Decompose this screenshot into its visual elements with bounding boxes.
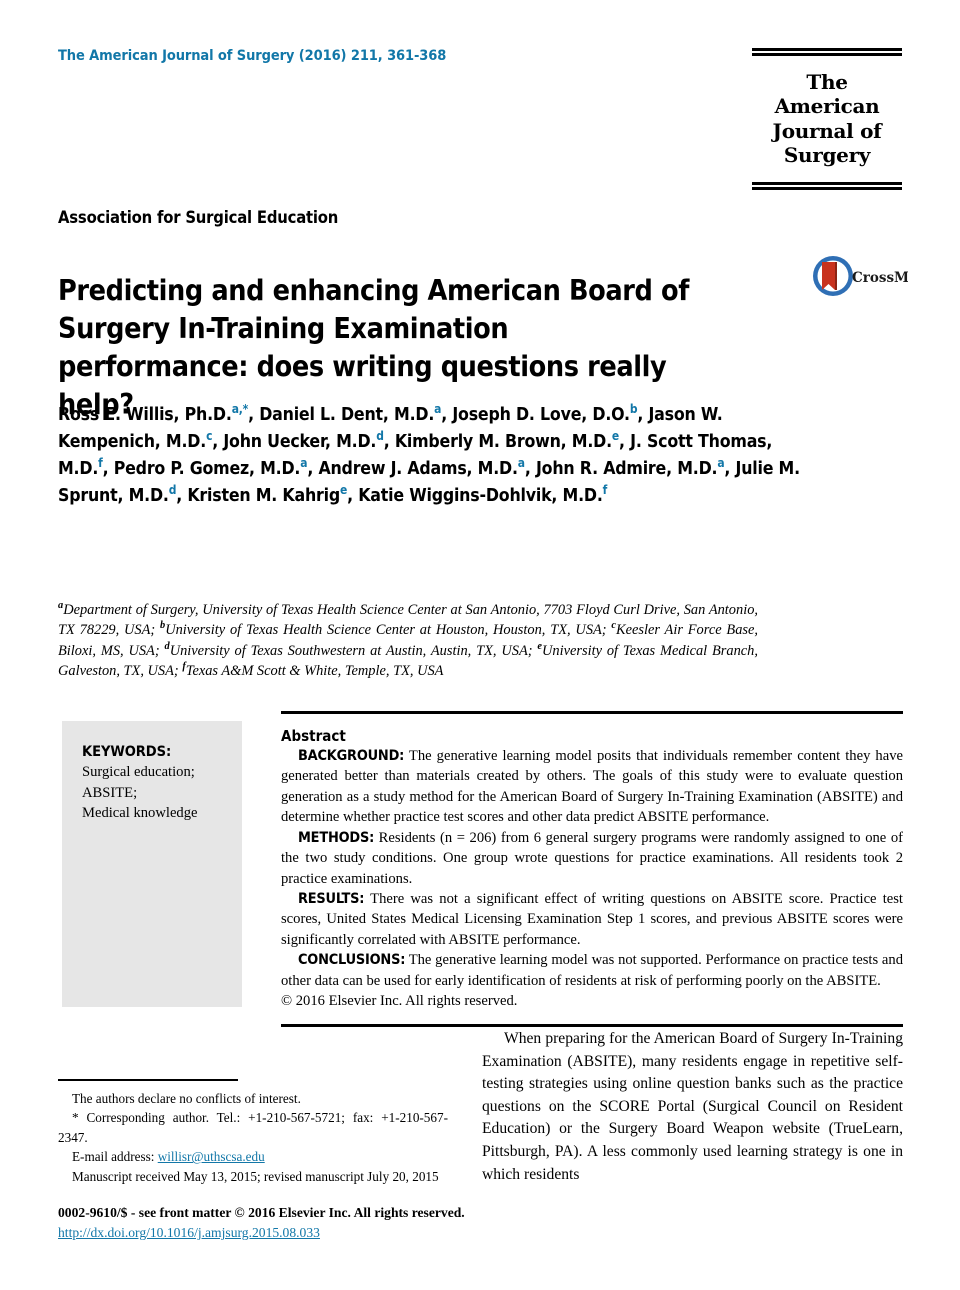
author-affiliation-mark: e (340, 483, 348, 498)
issn-line: 0002-9610/$ - see front matter © 2016 El… (58, 1205, 465, 1220)
author-affiliation-mark: a (300, 456, 308, 471)
society-line: Association for Surgical Education (58, 208, 339, 227)
abstract-block: Abstract BACKGROUND: The generative lear… (281, 711, 903, 1028)
affiliation-text: Texas A&M Scott & White, Temple, TX, USA (185, 663, 444, 680)
abstract-body: BACKGROUND: The generative learning mode… (281, 746, 903, 1024)
author-affiliation-mark: a,* (231, 402, 249, 417)
author-affiliation-mark: e (611, 429, 620, 444)
author-name: Katie Wiggins-Dohlvik, M.D. (358, 486, 603, 507)
abstract-section: CONCLUSIONS: The generative learning mod… (281, 950, 903, 991)
footnote-email-line: E-mail address: willisr@uthscsa.edu (58, 1147, 448, 1166)
author-name: Joseph D. Love, D.O. (452, 405, 630, 425)
abstract-section-label: RESULTS: (298, 890, 365, 907)
author-name: Kristen M. Kahrig (187, 486, 340, 507)
author-affiliation-mark: a (434, 402, 442, 417)
keyword-item: ABSITE; (82, 784, 138, 801)
author-affiliation-mark: a (517, 456, 525, 471)
journal-logo-line-2: Journal of Surgery (772, 118, 882, 168)
abstract-heading: Abstract (281, 727, 346, 745)
abstract-copyright: © 2016 Elsevier Inc. All rights reserved… (281, 993, 518, 1010)
logo-rule-bottom (752, 181, 902, 190)
footnote-block: The authors declare no conflicts of inte… (58, 1089, 448, 1186)
author-affiliation-mark: f (98, 456, 103, 471)
crossmark-icon: CrossMark (813, 256, 908, 296)
body-column: When preparing for the American Board of… (482, 1028, 903, 1186)
intro-paragraph: When preparing for the American Board of… (482, 1030, 903, 1183)
abstract-section-label: METHODS: (298, 829, 375, 846)
abstract-section: METHODS: Residents (n = 206) from 6 gene… (281, 828, 903, 889)
running-head: The American Journal of Surgery (2016) 2… (58, 48, 447, 64)
footnote-corresponding: * Corresponding author. Tel.: +1-210-567… (58, 1110, 448, 1145)
footnote-rule (58, 1079, 238, 1081)
author-affiliation-mark: f (602, 483, 608, 498)
keywords-heading: KEYWORDS: (82, 743, 172, 760)
page-title: Predicting and enhancing American Board … (58, 274, 689, 421)
author-name: John R. Admire, M.D. (535, 459, 718, 480)
author-affiliation-mark: d (376, 429, 384, 444)
abstract-section-text: Residents (n = 206) from 6 general surge… (281, 829, 903, 887)
abstract-section: BACKGROUND: The generative learning mode… (281, 746, 903, 828)
author-name: Daniel L. Dent, M.D. (259, 405, 435, 425)
affiliation-text: University of Texas Southwestern at Aust… (169, 642, 538, 659)
doi-link[interactable]: http://dx.doi.org/10.1016/j.amjsurg.2015… (58, 1223, 558, 1243)
author-affiliation-mark: d (168, 483, 177, 498)
author-name: Ross E. Willis, Ph.D. (58, 405, 232, 425)
keywords-box: KEYWORDS: Surgical education; ABSITE; Medi… (62, 721, 242, 1007)
keyword-item: Surgical education; (82, 764, 195, 780)
email-label: E-mail address: (72, 1149, 155, 1165)
author-name: John Uecker, M.D. (223, 432, 377, 453)
footnote-dates: Manuscript received May 13, 2015; revise… (72, 1168, 439, 1184)
keyword-item: Medical knowledge (82, 805, 198, 822)
journal-logo-line-1: The American (774, 70, 880, 119)
journal-logo: The American Journal of Surgery (752, 48, 902, 190)
abstract-section-label: CONCLUSIONS: (298, 952, 406, 969)
author-affiliation-mark: a (717, 456, 725, 471)
author-list: Ross E. Willis, Ph.D.a,*, Daniel L. Dent… (58, 402, 800, 507)
logo-rule-top (752, 48, 902, 56)
abstract-section-label: BACKGROUND: (298, 748, 405, 764)
keywords-items: Surgical education; ABSITE; Medical knowle… (82, 762, 242, 824)
author-affiliation-mark: b (629, 402, 638, 417)
abstract-section: RESULTS: There was not a significant eff… (281, 889, 903, 950)
author-name: Andrew J. Adams, M.D. (318, 459, 518, 480)
author-name: Pedro P. Gomez, M.D. (113, 459, 301, 480)
journal-article-page: The American Journal of Surgery (2016) 2… (0, 0, 960, 1290)
abstract-rule-top (281, 711, 903, 714)
footnote-conflicts: The authors declare no conflicts of inte… (72, 1091, 301, 1106)
email-link[interactable]: willisr@uthscsa.edu (158, 1149, 265, 1164)
abstract-section-text: There was not a significant effect of wr… (281, 890, 903, 948)
colophon: 0002-9610/$ - see front matter © 2016 El… (58, 1203, 558, 1244)
svg-text:CrossMark: CrossMark (852, 270, 908, 286)
affiliation-text: University of Texas Health Science Cente… (165, 622, 612, 639)
author-affiliation-mark: c (206, 429, 213, 444)
affiliation-list: aDepartment of Surgery, University of Te… (58, 600, 758, 682)
author-name: Kimberly M. Brown, M.D. (394, 432, 612, 453)
crossmark-badge[interactable]: CrossMark (812, 252, 908, 300)
